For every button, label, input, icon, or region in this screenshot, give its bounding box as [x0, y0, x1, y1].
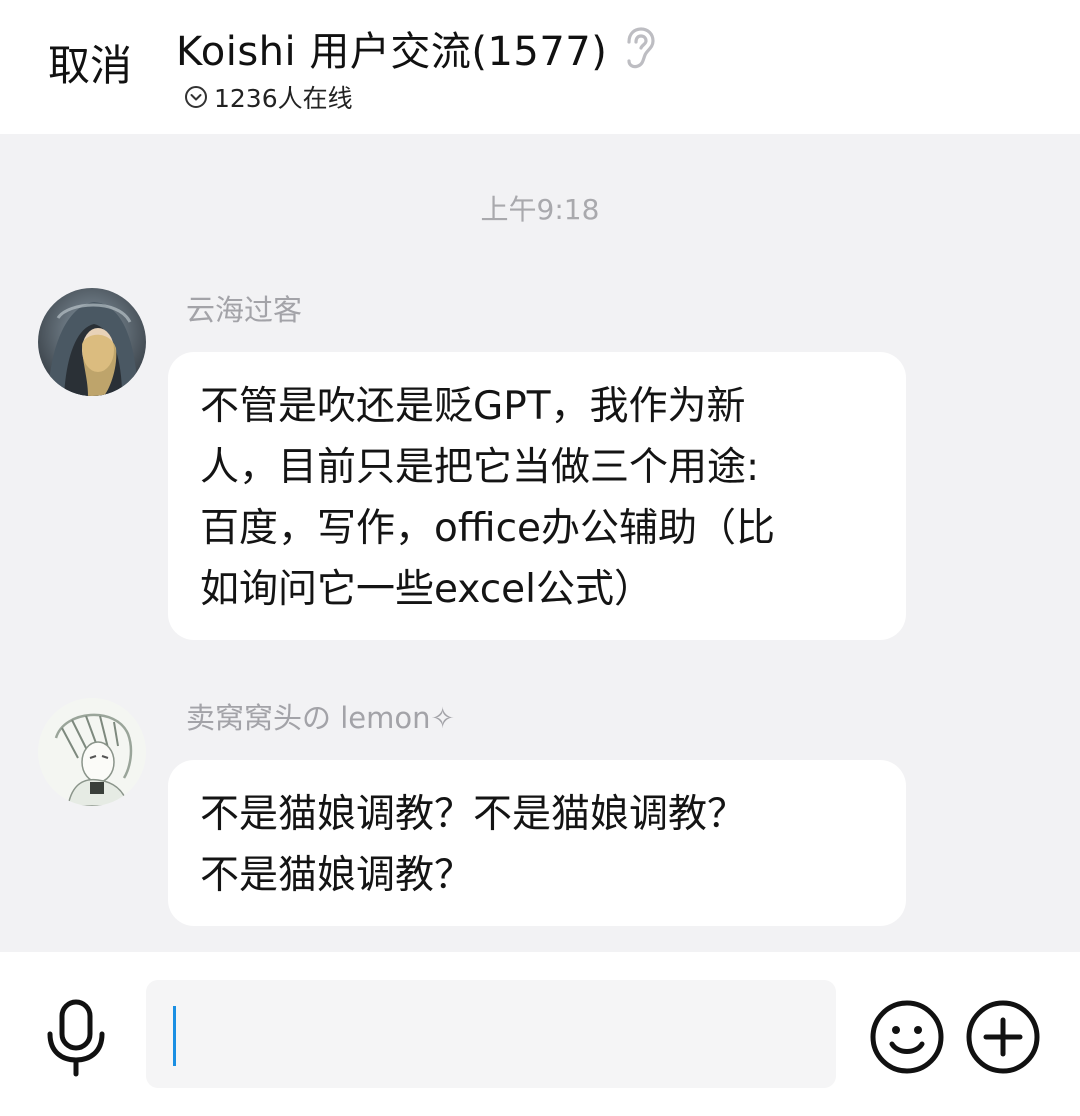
input-bar: [0, 952, 1080, 1116]
chevron-down-circle-icon: [184, 85, 208, 109]
text-caret: [173, 1006, 176, 1066]
online-status[interactable]: 1236人在线: [184, 80, 353, 114]
message-text-line: 百度，写作，office办公辅助（比: [200, 506, 776, 551]
ear-icon[interactable]: [621, 26, 657, 70]
plus-circle-icon[interactable]: [964, 998, 1042, 1076]
avatar[interactable]: [38, 698, 146, 806]
message-text-line: 不是猫娘调教？不是猫娘调教？: [200, 792, 747, 837]
sender-name: 卖窝窝头の lemon✧: [186, 701, 455, 735]
sender-name: 云海过客: [186, 293, 303, 327]
cancel-button[interactable]: 取消: [48, 38, 132, 94]
group-title-row[interactable]: Koishi 用户交流(1577): [176, 22, 657, 75]
message-text-line: 不是猫娘调教？: [200, 853, 474, 898]
microphone-icon[interactable]: [40, 998, 112, 1078]
group-title: Koishi 用户交流(1577): [176, 29, 608, 75]
message-text-line: 不管是吹还是贬GPT，我作为新: [200, 384, 746, 429]
message-text-line: 如询问它一些excel公式）: [200, 567, 653, 612]
chat-header: 取消 Koishi 用户交流(1577) 1236人在线: [0, 0, 1080, 134]
avatar[interactable]: [38, 288, 146, 396]
message-text-line: 人，目前只是把它当做三个用途:: [200, 445, 760, 490]
emoji-icon[interactable]: [868, 998, 946, 1076]
message-bubble[interactable]: 不管是吹还是贬GPT，我作为新 人，目前只是把它当做三个用途: 百度，写作，of…: [168, 352, 906, 640]
online-count: 1236人在线: [214, 84, 353, 113]
message-input[interactable]: [146, 980, 836, 1088]
message-bubble[interactable]: 不是猫娘调教？不是猫娘调教？ 不是猫娘调教？: [168, 760, 906, 926]
message-timestamp: 上午9:18: [480, 193, 600, 226]
